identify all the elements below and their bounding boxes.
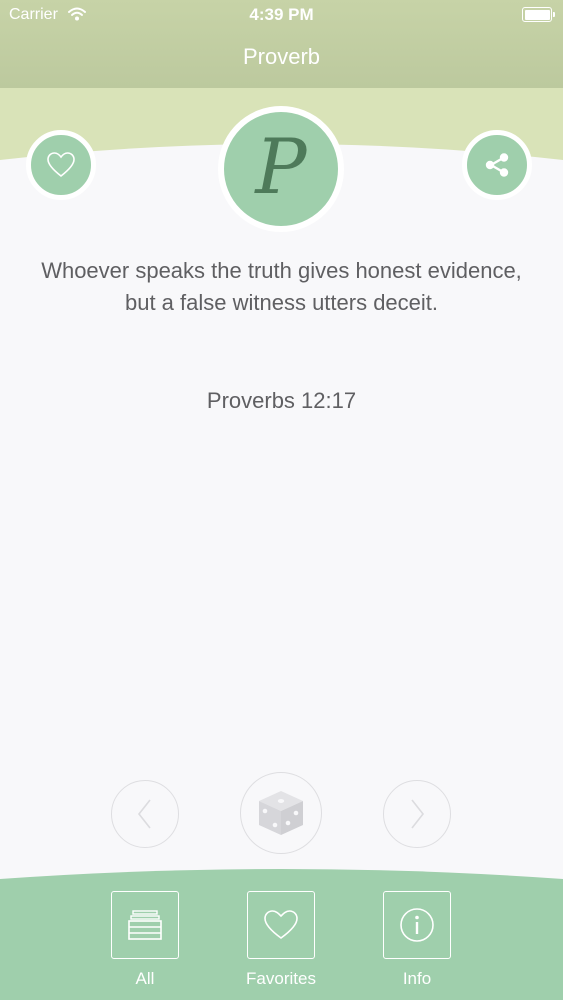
proverb-reference: Proverbs 12:17 [206,388,357,413]
archive-icon [128,910,162,940]
random-proverb-button[interactable] [240,772,322,854]
page-title: Proverb [242,44,321,69]
status-bar: Carrier 4:39 PM [0,0,563,30]
heart-outline-icon [47,152,75,178]
proverb-text: Whoever speaks the truth gives honest ev… [41,258,522,315]
tab-label-all: All [135,969,155,988]
tab-info[interactable] [383,891,451,959]
app-logo: P [218,106,344,232]
logo-letter: P [255,122,307,211]
dice-icon [259,791,303,835]
next-button[interactable] [383,780,451,848]
chevron-left-icon [137,799,151,829]
share-icon [485,153,509,177]
info-icon [400,908,434,942]
chevron-right-icon [411,799,425,829]
favorite-button[interactable] [26,130,96,200]
status-time: 4:39 PM [249,5,314,24]
share-button[interactable] [462,130,532,200]
tab-label-info: Info [402,969,432,988]
tab-all[interactable] [111,891,179,959]
heart-icon [264,910,298,939]
tab-label-favorites: Favorites [246,969,316,988]
previous-button[interactable] [111,780,179,848]
battery-icon [522,7,555,22]
tab-favorites[interactable] [247,891,315,959]
navigation-bar: Carrier 4:39 PM Proverb [0,0,563,88]
